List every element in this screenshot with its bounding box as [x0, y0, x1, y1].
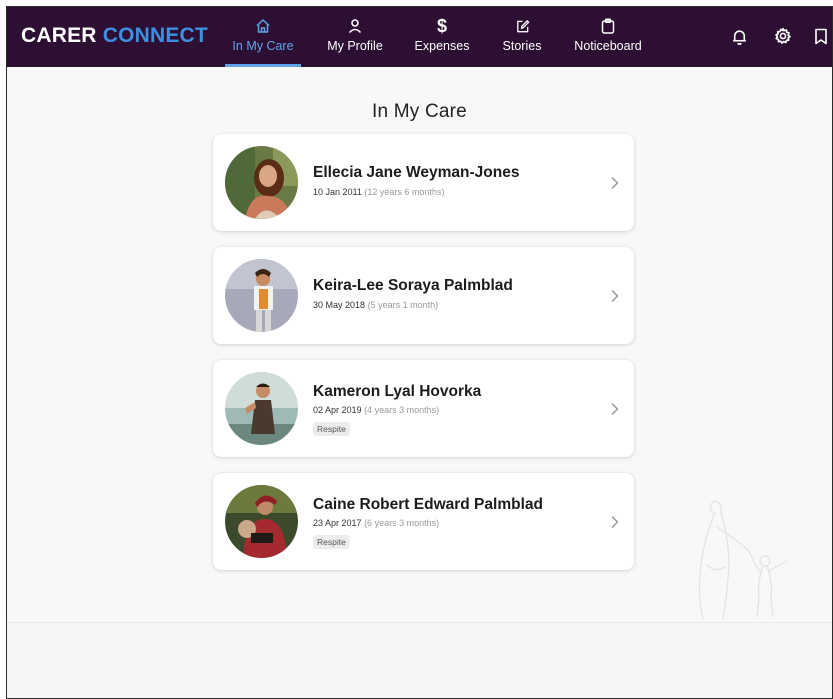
edit-icon [515, 17, 530, 35]
child-name: Kameron Lyal Hovorka [313, 383, 482, 400]
nav-stories[interactable]: Stories [495, 7, 549, 67]
nav-label: Stories [502, 39, 542, 53]
child-card[interactable]: Caine Robert Edward Palmblad 23 Apr 2017… [213, 473, 634, 570]
bookmark-icon[interactable] [811, 26, 831, 46]
nav-label: In My Care [232, 39, 294, 53]
brand-logo[interactable]: CARER CONNECT [21, 24, 208, 48]
dob-date: 30 May 2018 [313, 300, 366, 310]
chevron-right-icon [611, 177, 619, 189]
child-age: (6 years 3 months) [364, 518, 440, 528]
child-age: (12 years 6 months) [364, 187, 445, 197]
brand-text-connect: CONNECT [102, 24, 208, 47]
home-icon [255, 17, 271, 35]
child-card[interactable]: Kameron Lyal Hovorka 02 Apr 2019 (4 year… [213, 360, 634, 457]
person-icon [347, 17, 363, 35]
top-navbar: CARER CONNECT In My Care My Profile $ Ex… [7, 7, 832, 67]
brand-text-carer: CARER [21, 24, 103, 47]
nav-in-my-care[interactable]: In My Care [225, 7, 301, 67]
child-age: (4 years 3 months) [364, 405, 440, 415]
child-avatar [225, 485, 298, 558]
nav-noticeboard[interactable]: Noticeboard [564, 7, 652, 67]
child-avatar [225, 146, 298, 219]
chevron-right-icon [611, 290, 619, 302]
child-dob: 02 Apr 2019 (4 years 3 months) [313, 405, 439, 415]
child-age: (5 years 1 month) [367, 300, 439, 310]
nav-expenses[interactable]: $ Expenses [407, 7, 477, 67]
dob-date: 23 Apr 2017 [313, 518, 362, 528]
dob-date: 10 Jan 2011 [313, 187, 362, 197]
child-avatar [225, 372, 298, 445]
respite-badge: Respite [313, 422, 350, 436]
chevron-right-icon [611, 516, 619, 528]
nav-label: My Profile [327, 39, 383, 53]
footer [7, 622, 832, 698]
nav-my-profile[interactable]: My Profile [319, 7, 391, 67]
child-name: Keira-Lee Soraya Palmblad [313, 277, 513, 294]
dollar-icon: $ [436, 15, 447, 36]
chevron-right-icon [611, 403, 619, 415]
child-dob: 23 Apr 2017 (6 years 3 months) [313, 518, 439, 528]
respite-badge: Respite [313, 535, 350, 549]
child-card[interactable]: Keira-Lee Soraya Palmblad 30 May 2018 (5… [213, 247, 634, 344]
nav-label: Noticeboard [574, 39, 642, 53]
nav-label: Expenses [414, 39, 470, 53]
app-window: CARER CONNECT In My Care My Profile $ Ex… [6, 6, 833, 699]
child-avatar [225, 259, 298, 332]
gear-icon[interactable] [773, 26, 793, 46]
child-dob: 30 May 2018 (5 years 1 month) [313, 300, 438, 310]
child-name: Caine Robert Edward Palmblad [313, 496, 543, 513]
bell-icon[interactable] [729, 26, 749, 46]
child-card[interactable]: Ellecia Jane Weyman-Jones 10 Jan 2011 (1… [213, 134, 634, 231]
child-dob: 10 Jan 2011 (12 years 6 months) [313, 187, 444, 197]
dob-date: 02 Apr 2019 [313, 405, 362, 415]
clipboard-icon [601, 17, 615, 35]
child-name: Ellecia Jane Weyman-Jones [313, 164, 520, 181]
page-title: In My Care [372, 101, 467, 122]
carer-child-illustration [698, 500, 788, 620]
